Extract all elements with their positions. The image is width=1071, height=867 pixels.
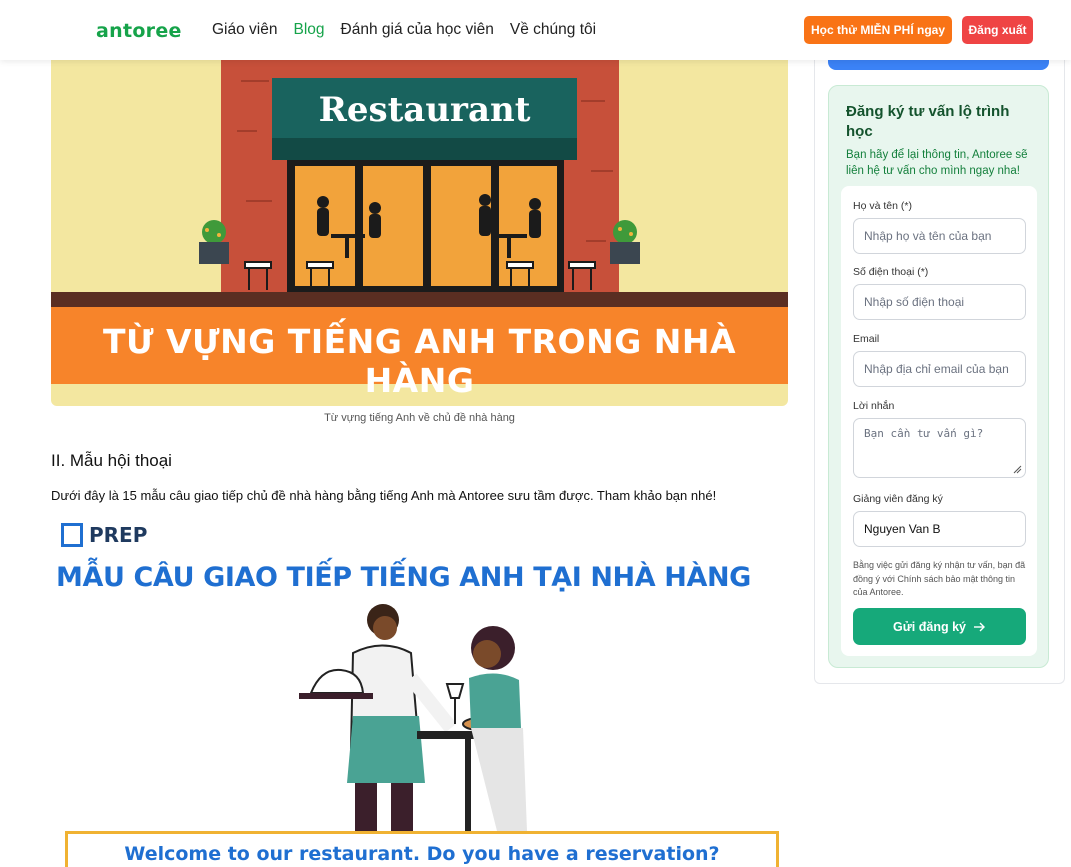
image-caption: Từ vựng tiếng Anh về chủ đề nhà hàng <box>324 412 515 424</box>
name-label: Họ và tên (*) <box>853 200 912 212</box>
restaurant-sign-text: Restaurant <box>318 90 531 130</box>
privacy-disclaimer: Bằng việc gửi đăng ký nhận tư vấn, bạn đ… <box>853 560 1026 597</box>
message-textarea[interactable] <box>853 418 1026 478</box>
phone-input[interactable] <box>853 284 1026 320</box>
waiter-and-diner-illustration <box>299 604 527 831</box>
nav-reviews[interactable]: Đánh giá của học viên <box>341 21 494 39</box>
submit-registration-button[interactable]: Gửi đăng ký <box>853 608 1026 645</box>
arrow-right-icon <box>973 622 985 631</box>
prep-logo-icon <box>61 523 83 547</box>
teacher-label: Giảng viên đăng ký <box>853 493 943 505</box>
main-nav: Giáo viên Blog Đánh giá của học viên Về … <box>212 21 596 39</box>
consultation-subtitle: Bạn hãy để lại thông tin, Antoree sẽ liê… <box>846 149 1028 177</box>
intro-paragraph: Dưới đây là 15 mẫu câu giao tiếp chủ đề … <box>51 488 717 503</box>
logout-button[interactable]: Đăng xuất <box>962 16 1033 44</box>
nav-blog[interactable]: Blog <box>293 21 324 39</box>
image-banner-text: TỪ VỰNG TIẾNG ANH TRONG NHÀ HÀNG <box>102 322 737 400</box>
image2-title: MẪU CÂU GIAO TIẾP TIẾNG ANH TẠI NHÀ HÀNG <box>56 562 751 593</box>
consultation-title: Đăng ký tư vấn lộ trình học <box>846 103 1010 140</box>
antoree-logo[interactable]: antoree <box>96 20 182 42</box>
teacher-input[interactable] <box>853 511 1026 547</box>
prep-logo: PREP <box>61 523 147 547</box>
plant-pot-icon <box>199 220 229 264</box>
email-input[interactable] <box>853 351 1026 387</box>
phone-label: Số điện thoại (*) <box>853 266 929 278</box>
nav-teachers[interactable]: Giáo viên <box>212 21 277 39</box>
section-heading: II. Mẫu hội thoại <box>51 451 172 470</box>
submit-label: Gửi đăng ký <box>893 619 966 634</box>
dialogue-sample-image: PREP MẪU CÂU GIAO TIẾP TIẾNG ANH TẠI NHÀ… <box>51 513 788 867</box>
free-trial-button[interactable]: Học thử MIỄN PHÍ ngay <box>804 16 952 44</box>
welcome-speech-text: Welcome to our restaurant. Do you have a… <box>124 843 720 865</box>
name-input[interactable] <box>853 218 1026 254</box>
plant-pot-icon <box>610 220 640 264</box>
email-label: Email <box>853 333 880 345</box>
sidebar-banner[interactable] <box>828 60 1049 70</box>
resize-handle-icon[interactable] <box>1013 465 1022 474</box>
outdoor-tables-icon <box>244 261 596 290</box>
nav-about[interactable]: Về chúng tôi <box>510 21 596 39</box>
restaurant-vocabulary-image: Restaurant TỪ VỰNG TIẾNG ANH TRONG NHÀ H… <box>51 60 788 406</box>
top-navbar: antoree Giáo viên Blog Đánh giá của học … <box>0 0 1071 60</box>
message-label: Lời nhắn <box>853 400 895 412</box>
